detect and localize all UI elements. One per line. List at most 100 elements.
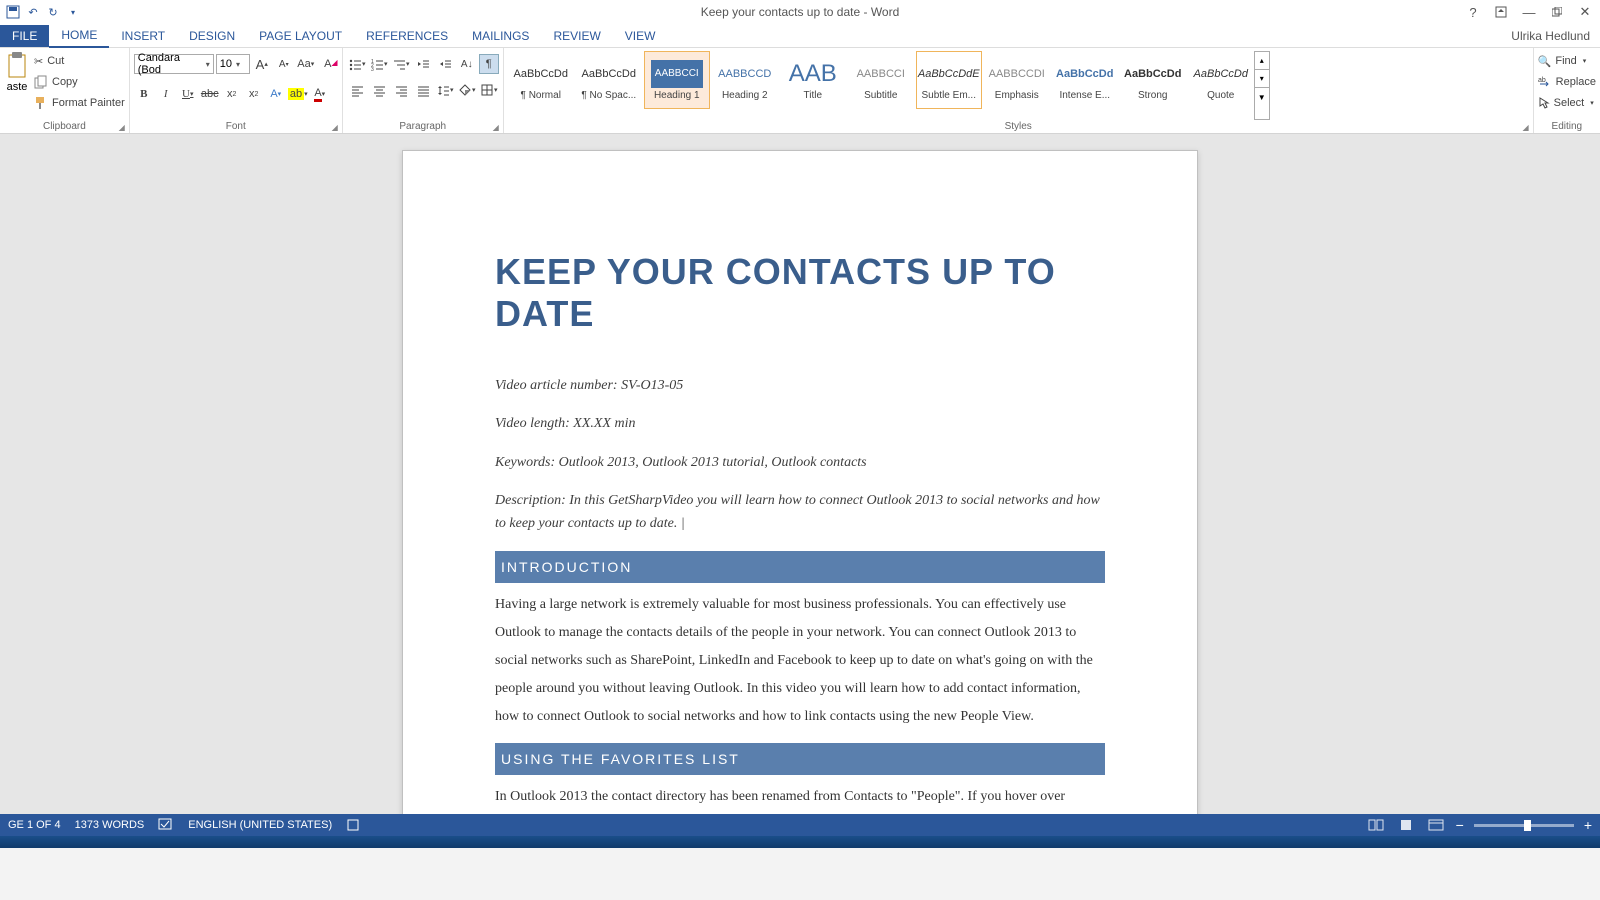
tab-view[interactable]: VIEW [613,25,668,47]
style-quote[interactable]: AaBbCcDdQuote [1188,51,1254,109]
signed-in-user[interactable]: Ulrika Hedlund [1511,29,1600,43]
cut-button[interactable]: ✂Cut [34,51,125,71]
ribbon-options-icon[interactable] [1492,3,1510,21]
styles-gallery: AaBbCcDd¶ NormalAaBbCcDd¶ No Spac...AABB… [508,51,1254,120]
copy-button[interactable]: Copy [34,72,125,92]
macro-icon[interactable] [346,818,360,832]
editing-label: Editing [1538,120,1596,132]
change-case-button[interactable]: Aa▾ [296,54,316,74]
font-color-button[interactable]: A▾ [310,84,330,104]
numbering-button[interactable]: 123▾ [369,54,389,74]
align-right-button[interactable] [391,80,411,100]
style-heading-1[interactable]: AABBCCIHeading 1 [644,51,710,109]
paragraph-label: Paragraph◢ [347,120,499,132]
zoom-thumb[interactable] [1524,820,1531,831]
document-area[interactable]: KEEP YOUR CONTACTS UP TO DATE Video arti… [0,134,1600,814]
tab-page-layout[interactable]: PAGE LAYOUT [247,25,354,47]
styles-launcher-icon[interactable]: ◢ [1522,123,1528,132]
zoom-slider[interactable] [1474,824,1574,827]
style-subtle-em-[interactable]: AaBbCcDdESubtle Em... [916,51,982,109]
sort-button[interactable]: A↓ [457,54,477,74]
font-size-combo[interactable]: 10▾ [216,54,250,74]
style--no-spac-[interactable]: AaBbCcDd¶ No Spac... [576,51,642,109]
replace-icon: ab [1538,76,1552,88]
style--normal[interactable]: AaBbCcDd¶ Normal [508,51,574,109]
style-strong[interactable]: AaBbCcDdStrong [1120,51,1186,109]
document-title: KEEP YOUR CONTACTS UP TO DATE [495,251,1105,335]
increase-indent-button[interactable] [435,54,455,74]
multilevel-list-button[interactable]: ▾ [391,54,411,74]
style-preview: AaBbCcDd [1056,60,1113,88]
styles-scroll-down-icon[interactable]: ▾ [1255,70,1269,88]
line-spacing-button[interactable]: ▾ [435,80,455,100]
find-button[interactable]: 🔍Find▾ [1538,51,1596,71]
style-name-label: Heading 1 [654,88,700,101]
redo-icon[interactable]: ↻ [44,3,62,21]
tab-design[interactable]: DESIGN [177,25,247,47]
language-indicator[interactable]: ENGLISH (UNITED STATES) [188,819,332,831]
styles-more-icon[interactable]: ▼ [1255,88,1269,106]
save-icon[interactable] [4,3,22,21]
print-layout-icon[interactable] [1396,818,1416,832]
style-emphasis[interactable]: AABBCCDIEmphasis [984,51,1050,109]
meta-keywords: Keywords: Outlook 2013, Outlook 2013 tut… [495,452,1105,474]
styles-scroll-up-icon[interactable]: ▴ [1255,52,1269,70]
quick-access-toolbar: ↶ ↻ ▾ [0,3,82,21]
word-count[interactable]: 1373 WORDS [75,819,145,831]
document-page[interactable]: KEEP YOUR CONTACTS UP TO DATE Video arti… [402,150,1198,814]
superscript-button[interactable]: x2 [244,84,264,104]
minimize-icon[interactable]: — [1520,3,1538,21]
italic-button[interactable]: I [156,84,176,104]
customize-qat-icon[interactable]: ▾ [64,3,82,21]
decrease-indent-button[interactable] [413,54,433,74]
tab-mailings[interactable]: MAILINGS [460,25,541,47]
text-effects-button[interactable]: A▾ [266,84,286,104]
clipboard-launcher-icon[interactable]: ◢ [119,123,125,132]
tab-references[interactable]: REFERENCES [354,25,460,47]
bold-button[interactable]: B [134,84,154,104]
group-styles: AaBbCcDd¶ NormalAaBbCcDd¶ No Spac...AABB… [504,48,1534,133]
align-left-button[interactable] [347,80,367,100]
style-subtitle[interactable]: AABBCCISubtitle [848,51,914,109]
style-preview: AaBbCcDd [582,60,636,88]
strikethrough-button[interactable]: abc [200,84,220,104]
replace-button[interactable]: abReplace [1538,72,1596,92]
style-name-label: ¶ Normal [521,88,561,101]
tab-insert[interactable]: INSERT [109,25,177,47]
underline-button[interactable]: U▾ [178,84,198,104]
font-name-combo[interactable]: Candara (Bod▾ [134,54,214,74]
zoom-out-button[interactable]: − [1456,817,1464,833]
restore-icon[interactable] [1548,3,1566,21]
clear-formatting-button[interactable]: A◢ [318,54,338,74]
help-icon[interactable]: ? [1464,3,1482,21]
tab-home[interactable]: HOME [49,24,109,48]
copy-label: Copy [52,76,78,88]
zoom-in-button[interactable]: + [1584,817,1592,833]
justify-button[interactable] [413,80,433,100]
show-hide-button[interactable]: ¶ [479,54,499,74]
spellcheck-icon[interactable] [158,818,174,832]
tab-review[interactable]: REVIEW [541,25,612,47]
highlight-button[interactable]: ab▾ [288,84,308,104]
bullets-button[interactable]: ▾ [347,54,367,74]
page-indicator[interactable]: GE 1 OF 4 [8,819,61,831]
borders-button[interactable]: ▾ [479,80,499,100]
align-center-button[interactable] [369,80,389,100]
select-button[interactable]: Select▾ [1538,93,1596,113]
shrink-font-button[interactable]: A▾ [274,54,294,74]
read-mode-icon[interactable] [1366,818,1386,832]
format-painter-button[interactable]: Format Painter [34,93,125,113]
close-icon[interactable]: ✕ [1576,3,1594,21]
paragraph-launcher-icon[interactable]: ◢ [493,123,499,132]
style-heading-2[interactable]: AABBCCDHeading 2 [712,51,778,109]
font-launcher-icon[interactable]: ◢ [332,123,338,132]
undo-icon[interactable]: ↶ [24,3,42,21]
paste-button[interactable]: aste [4,51,30,120]
style-title[interactable]: AABTitle [780,51,846,109]
shading-button[interactable]: ▾ [457,80,477,100]
subscript-button[interactable]: x2 [222,84,242,104]
tab-file[interactable]: FILE [0,25,49,47]
web-layout-icon[interactable] [1426,818,1446,832]
style-intense-e-[interactable]: AaBbCcDdIntense E... [1052,51,1118,109]
grow-font-button[interactable]: A▴ [252,54,272,74]
